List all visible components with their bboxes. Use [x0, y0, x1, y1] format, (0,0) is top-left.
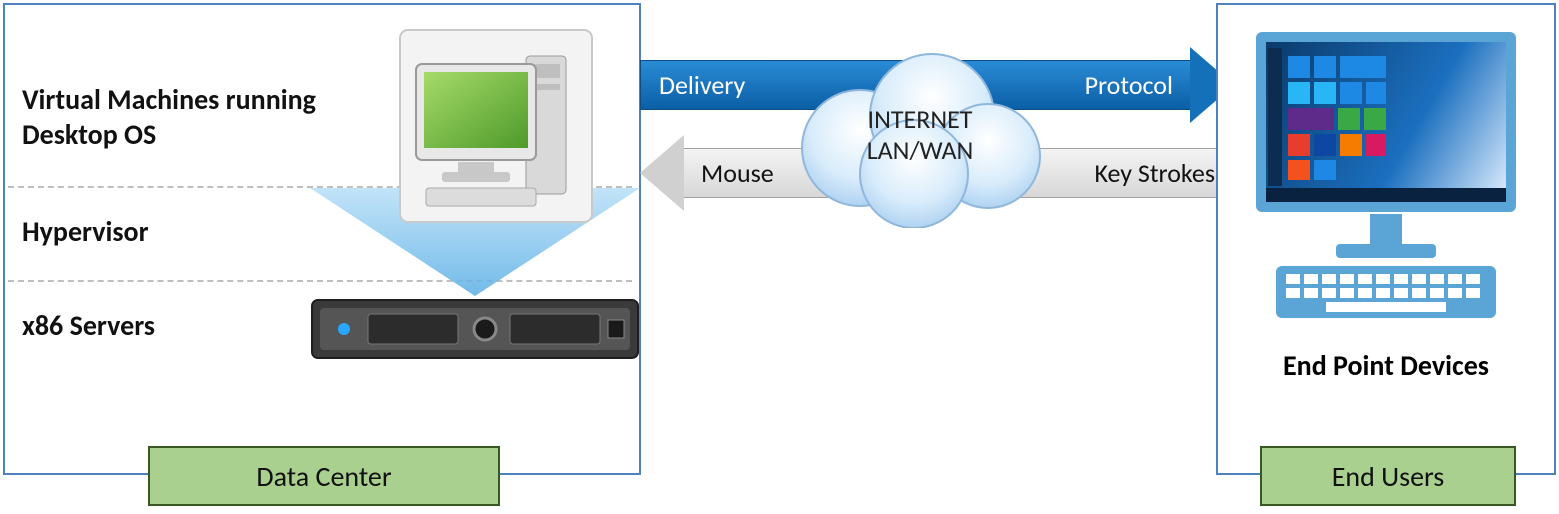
start-tile-icon [1288, 56, 1310, 78]
endpoint-devices-label: End Point Devices [1236, 348, 1536, 383]
datacenter-title-text: Data Center [256, 459, 391, 494]
desktop-vm-icon [398, 28, 594, 224]
start-tile-icon [1366, 134, 1386, 156]
start-tile-icon [1288, 134, 1310, 156]
datacenter-title-badge: Data Center [148, 446, 500, 506]
label-servers-layer: x86 Servers [22, 308, 155, 343]
start-tile-icon [1366, 82, 1386, 104]
server-rack-icon [310, 292, 640, 370]
cloud-line2: LAN/WAN [867, 134, 974, 166]
start-tile-icon [1288, 82, 1310, 104]
start-tile-icon [1364, 108, 1386, 130]
label-hypervisor-layer: Hypervisor [22, 214, 149, 249]
back-arrow-label-right: Key Strokes [1076, 157, 1233, 189]
start-tile-icon [1340, 56, 1386, 78]
endpoint-screen-wallpaper [1266, 42, 1506, 202]
label-vm-layer: Virtual Machines running Desktop OS [22, 82, 402, 152]
start-tile-icon [1288, 108, 1334, 130]
endusers-title-text: End Users [1332, 459, 1445, 494]
back-arrowhead-icon [640, 135, 684, 211]
start-tile-icon [1314, 134, 1336, 156]
delivery-arrow-label-left: Delivery [641, 69, 763, 101]
start-tile-icon [1340, 134, 1362, 156]
start-tile-icon [1314, 56, 1336, 78]
cloud-label: INTERNET LAN/WAN [820, 104, 1020, 166]
cloud-line1: INTERNET [868, 103, 973, 135]
endusers-title-badge: End Users [1260, 446, 1516, 506]
start-tile-icon [1288, 160, 1310, 180]
delivery-arrow-label-right: Protocol [1067, 69, 1191, 101]
start-tile-icon [1314, 160, 1336, 180]
start-tile-icon [1338, 108, 1360, 130]
back-arrow-label-left: Mouse [683, 157, 792, 189]
start-tile-icon [1340, 82, 1362, 104]
start-tile-icon [1314, 82, 1336, 104]
